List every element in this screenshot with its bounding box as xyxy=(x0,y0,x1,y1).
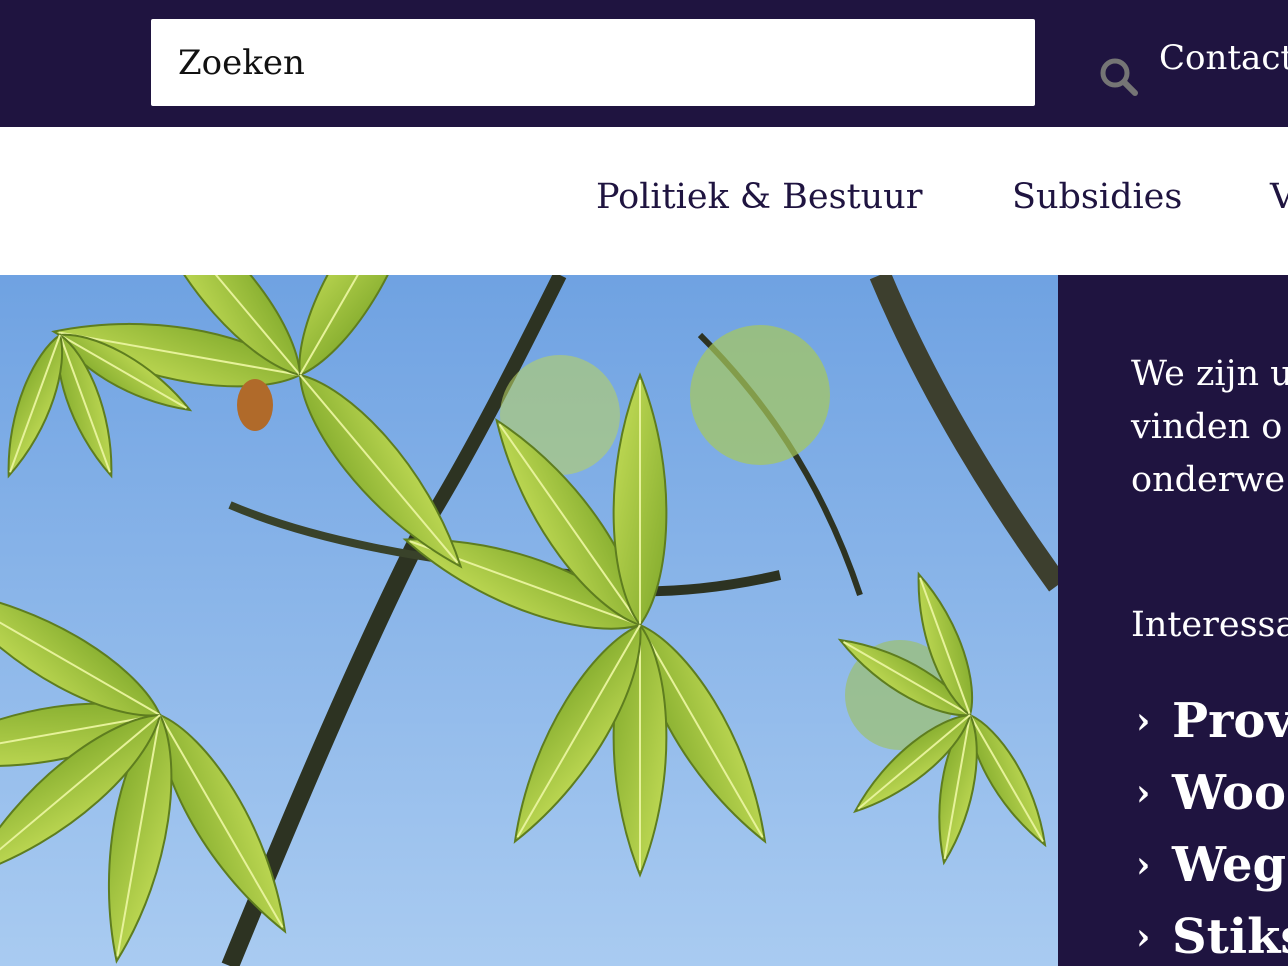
top-bar: Contact xyxy=(0,0,1288,127)
chevron-right-icon: › xyxy=(1136,844,1151,886)
search-box xyxy=(151,19,1138,106)
chevron-right-icon: › xyxy=(1136,916,1151,958)
link-label[interactable]: Stiks xyxy=(1172,909,1288,965)
intro-line: vinden o xyxy=(1131,407,1283,447)
link-label[interactable]: Prov xyxy=(1172,693,1288,749)
link-item[interactable]: › Woo xyxy=(1136,765,1288,837)
search-icon xyxy=(1099,58,1139,101)
chevron-right-icon: › xyxy=(1136,700,1151,742)
interesting-heading: Interessa xyxy=(1131,605,1288,645)
link-item[interactable]: › Stiks xyxy=(1136,909,1288,966)
intro-line: We zijn u xyxy=(1131,354,1288,394)
link-item[interactable]: › Weg xyxy=(1136,837,1288,909)
intro-text: We zijn u vinden o onderwe xyxy=(1131,348,1288,507)
chevron-right-icon: › xyxy=(1136,772,1151,814)
link-item[interactable]: › Prov xyxy=(1136,693,1288,765)
interesting-links: › Prov › Woo › Weg › Stiks xyxy=(1136,693,1288,966)
link-label[interactable]: Weg xyxy=(1172,837,1286,893)
nav-item-partial[interactable]: V xyxy=(1270,177,1288,217)
hero-image xyxy=(0,275,1058,966)
side-panel: We zijn u vinden o onderwe Interessa › Pr… xyxy=(1058,275,1288,966)
nav-item-politiek-bestuur[interactable]: Politiek & Bestuur xyxy=(596,177,922,217)
main-nav: Politiek & Bestuur Subsidies V xyxy=(0,127,1288,275)
search-input[interactable] xyxy=(151,19,951,106)
nav-item-subsidies[interactable]: Subsidies xyxy=(1012,177,1182,217)
contact-link[interactable]: Contact xyxy=(1159,38,1288,78)
search-button[interactable] xyxy=(1099,57,1149,107)
link-label[interactable]: Woo xyxy=(1172,765,1286,821)
intro-line: onderwe xyxy=(1131,460,1286,500)
